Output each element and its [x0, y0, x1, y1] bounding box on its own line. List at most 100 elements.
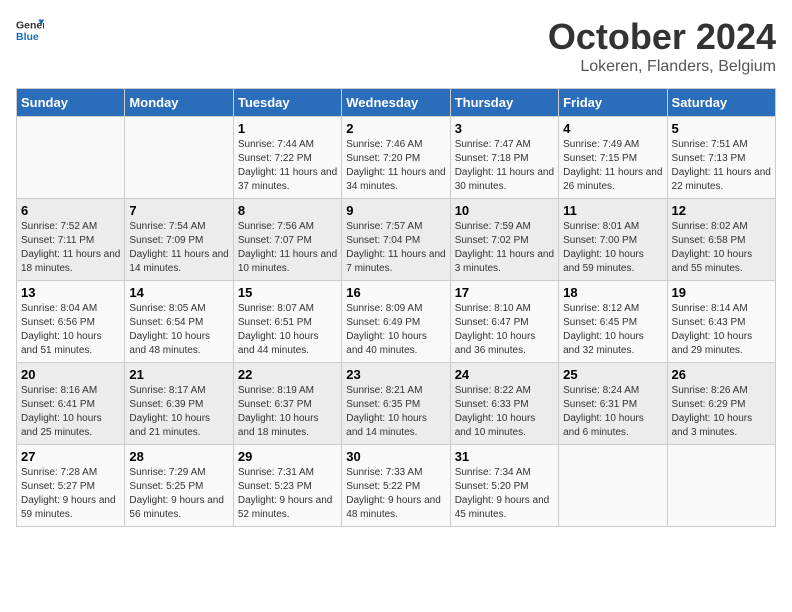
- day-detail: Sunrise: 7:44 AM Sunset: 7:22 PM Dayligh…: [238, 138, 337, 194]
- day-detail: Sunrise: 8:26 AM Sunset: 6:29 PM Dayligh…: [672, 384, 771, 440]
- day-number: 11: [563, 203, 662, 218]
- calendar-week-row: 27 Sunrise: 7:28 AM Sunset: 5:27 PM Dayli…: [17, 445, 776, 527]
- calendar-cell: 12Sunrise: 8:02 AM Sunset: 6:58 PM Dayli…: [667, 199, 775, 281]
- calendar-cell: 26 Sunrise: 8:26 AM Sunset: 6:29 PM Dayli…: [667, 363, 775, 445]
- day-number: 26: [672, 367, 771, 382]
- day-number: 28: [129, 449, 228, 464]
- day-detail: Sunrise: 8:05 AM Sunset: 6:54 PM Dayligh…: [129, 302, 228, 358]
- calendar-cell: 29Sunrise: 7:31 AM Sunset: 5:23 PM Dayli…: [233, 445, 341, 527]
- day-detail: Sunrise: 8:24 AM Sunset: 6:31 PM Dayligh…: [563, 384, 662, 440]
- calendar-cell: 9 Sunrise: 7:57 AM Sunset: 7:04 PM Daylig…: [342, 199, 450, 281]
- day-number: 25: [563, 367, 662, 382]
- calendar-cell: 31Sunrise: 7:34 AM Sunset: 5:20 PM Dayli…: [450, 445, 558, 527]
- weekday-header: Friday: [559, 89, 667, 117]
- day-number: 2: [346, 121, 445, 136]
- weekday-header: Tuesday: [233, 89, 341, 117]
- day-number: 3: [455, 121, 554, 136]
- day-detail: Sunrise: 7:29 AM Sunset: 5:25 PM Dayligh…: [129, 466, 228, 522]
- calendar-cell: 21Sunrise: 8:17 AM Sunset: 6:39 PM Dayli…: [125, 363, 233, 445]
- calendar-week-row: 1 Sunrise: 7:44 AM Sunset: 7:22 PM Daylig…: [17, 117, 776, 199]
- day-number: 27: [21, 449, 120, 464]
- day-detail: Sunrise: 8:12 AM Sunset: 6:45 PM Dayligh…: [563, 302, 662, 358]
- day-detail: Sunrise: 7:33 AM Sunset: 5:22 PM Dayligh…: [346, 466, 445, 522]
- calendar-cell: 22Sunrise: 8:19 AM Sunset: 6:37 PM Dayli…: [233, 363, 341, 445]
- calendar-cell: 1 Sunrise: 7:44 AM Sunset: 7:22 PM Daylig…: [233, 117, 341, 199]
- weekday-header: Thursday: [450, 89, 558, 117]
- day-detail: Sunrise: 7:54 AM Sunset: 7:09 PM Dayligh…: [129, 220, 228, 276]
- day-number: 8: [238, 203, 337, 218]
- calendar-week-row: 20 Sunrise: 8:16 AM Sunset: 6:41 PM Dayli…: [17, 363, 776, 445]
- calendar-cell: 13Sunrise: 8:04 AM Sunset: 6:56 PM Dayli…: [17, 281, 125, 363]
- day-detail: Sunrise: 7:46 AM Sunset: 7:20 PM Dayligh…: [346, 138, 445, 194]
- svg-text:Blue: Blue: [16, 31, 39, 43]
- day-detail: Sunrise: 8:10 AM Sunset: 6:47 PM Dayligh…: [455, 302, 554, 358]
- calendar-cell: 10 Sunrise: 7:59 AM Sunset: 7:02 PM Dayli…: [450, 199, 558, 281]
- weekday-header: Sunday: [17, 89, 125, 117]
- day-number: 18: [563, 285, 662, 300]
- day-number: 21: [129, 367, 228, 382]
- day-number: 7: [129, 203, 228, 218]
- logo-icon: General Blue: [16, 16, 44, 44]
- calendar-cell: 20 Sunrise: 8:16 AM Sunset: 6:41 PM Dayli…: [17, 363, 125, 445]
- weekday-header: Monday: [125, 89, 233, 117]
- day-number: 20: [21, 367, 120, 382]
- calendar-cell: 18 Sunrise: 8:12 AM Sunset: 6:45 PM Dayli…: [559, 281, 667, 363]
- day-detail: Sunrise: 8:14 AM Sunset: 6:43 PM Dayligh…: [672, 302, 771, 358]
- calendar-cell: 27 Sunrise: 7:28 AM Sunset: 5:27 PM Dayli…: [17, 445, 125, 527]
- day-number: 17: [455, 285, 554, 300]
- day-detail: Sunrise: 7:56 AM Sunset: 7:07 PM Dayligh…: [238, 220, 337, 276]
- calendar-cell: 15 Sunrise: 8:07 AM Sunset: 6:51 PM Dayli…: [233, 281, 341, 363]
- day-number: 24: [455, 367, 554, 382]
- day-detail: Sunrise: 7:31 AM Sunset: 5:23 PM Dayligh…: [238, 466, 337, 522]
- day-number: 1: [238, 121, 337, 136]
- calendar-cell: 2 Sunrise: 7:46 AM Sunset: 7:20 PM Daylig…: [342, 117, 450, 199]
- day-detail: Sunrise: 8:21 AM Sunset: 6:35 PM Dayligh…: [346, 384, 445, 440]
- day-detail: Sunrise: 7:52 AM Sunset: 7:11 PM Dayligh…: [21, 220, 120, 276]
- calendar-cell: 4Sunrise: 7:49 AM Sunset: 7:15 PM Daylig…: [559, 117, 667, 199]
- calendar-cell: 24 Sunrise: 8:22 AM Sunset: 6:33 PM Dayli…: [450, 363, 558, 445]
- day-number: 15: [238, 285, 337, 300]
- day-detail: Sunrise: 8:22 AM Sunset: 6:33 PM Dayligh…: [455, 384, 554, 440]
- calendar-cell: 17 Sunrise: 8:10 AM Sunset: 6:47 PM Dayli…: [450, 281, 558, 363]
- calendar-cell: 7 Sunrise: 7:54 AM Sunset: 7:09 PM Daylig…: [125, 199, 233, 281]
- weekday-header: Saturday: [667, 89, 775, 117]
- calendar-header: SundayMondayTuesdayWednesdayThursdayFrid…: [17, 89, 776, 117]
- calendar-week-row: 13Sunrise: 8:04 AM Sunset: 6:56 PM Dayli…: [17, 281, 776, 363]
- day-detail: Sunrise: 8:01 AM Sunset: 7:00 PM Dayligh…: [563, 220, 662, 276]
- calendar-cell: 23 Sunrise: 8:21 AM Sunset: 6:35 PM Dayli…: [342, 363, 450, 445]
- calendar-cell: 28 Sunrise: 7:29 AM Sunset: 5:25 PM Dayli…: [125, 445, 233, 527]
- calendar-cell: 3 Sunrise: 7:47 AM Sunset: 7:18 PM Daylig…: [450, 117, 558, 199]
- location-title: Lokeren, Flanders, Belgium: [548, 58, 776, 76]
- day-number: 23: [346, 367, 445, 382]
- title-area: October 2024 Lokeren, Flanders, Belgium: [548, 16, 776, 76]
- logo: General Blue: [16, 16, 44, 44]
- day-number: 6: [21, 203, 120, 218]
- calendar-cell: 14Sunrise: 8:05 AM Sunset: 6:54 PM Dayli…: [125, 281, 233, 363]
- calendar-week-row: 6 Sunrise: 7:52 AM Sunset: 7:11 PM Daylig…: [17, 199, 776, 281]
- day-detail: Sunrise: 8:07 AM Sunset: 6:51 PM Dayligh…: [238, 302, 337, 358]
- calendar-cell: [559, 445, 667, 527]
- calendar-cell: 6 Sunrise: 7:52 AM Sunset: 7:11 PM Daylig…: [17, 199, 125, 281]
- day-detail: Sunrise: 8:09 AM Sunset: 6:49 PM Dayligh…: [346, 302, 445, 358]
- day-number: 9: [346, 203, 445, 218]
- calendar-cell: 30Sunrise: 7:33 AM Sunset: 5:22 PM Dayli…: [342, 445, 450, 527]
- day-number: 31: [455, 449, 554, 464]
- day-number: 4: [563, 121, 662, 136]
- weekday-header: Wednesday: [342, 89, 450, 117]
- day-detail: Sunrise: 7:59 AM Sunset: 7:02 PM Dayligh…: [455, 220, 554, 276]
- calendar-cell: 16 Sunrise: 8:09 AM Sunset: 6:49 PM Dayli…: [342, 281, 450, 363]
- month-title: October 2024: [548, 16, 776, 58]
- day-number: 5: [672, 121, 771, 136]
- day-number: 10: [455, 203, 554, 218]
- day-detail: Sunrise: 8:02 AM Sunset: 6:58 PM Dayligh…: [672, 220, 771, 276]
- calendar-cell: 5 Sunrise: 7:51 AM Sunset: 7:13 PM Daylig…: [667, 117, 775, 199]
- day-detail: Sunrise: 8:19 AM Sunset: 6:37 PM Dayligh…: [238, 384, 337, 440]
- day-detail: Sunrise: 7:47 AM Sunset: 7:18 PM Dayligh…: [455, 138, 554, 194]
- day-detail: Sunrise: 7:57 AM Sunset: 7:04 PM Dayligh…: [346, 220, 445, 276]
- calendar-cell: [125, 117, 233, 199]
- day-detail: Sunrise: 7:28 AM Sunset: 5:27 PM Dayligh…: [21, 466, 120, 522]
- day-detail: Sunrise: 8:16 AM Sunset: 6:41 PM Dayligh…: [21, 384, 120, 440]
- day-number: 16: [346, 285, 445, 300]
- day-number: 13: [21, 285, 120, 300]
- day-detail: Sunrise: 7:51 AM Sunset: 7:13 PM Dayligh…: [672, 138, 771, 194]
